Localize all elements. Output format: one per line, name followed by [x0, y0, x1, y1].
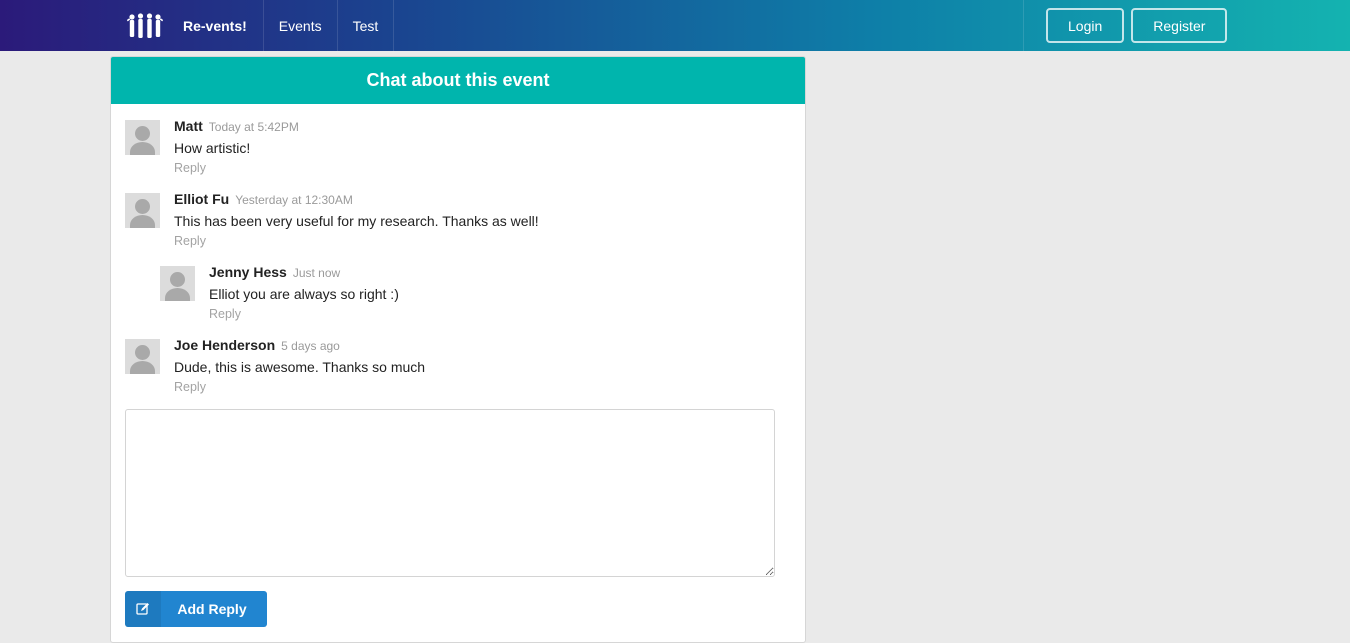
comment-author[interactable]: Matt	[174, 118, 203, 134]
reply-link[interactable]: Reply	[174, 161, 299, 175]
comment-meta: Joe Henderson 5 days ago	[174, 337, 425, 357]
comment-author[interactable]: Jenny Hess	[209, 264, 287, 280]
comment-time: Today at 5:42PM	[208, 120, 299, 134]
nested-comment: Jenny Hess Just now Elliot you are alway…	[160, 264, 805, 337]
register-button[interactable]: Register	[1131, 8, 1228, 43]
comment-author[interactable]: Elliot Fu	[174, 191, 229, 207]
comment-text: Elliot you are always so right :)	[209, 286, 399, 302]
comment-time: 5 days ago	[281, 339, 340, 353]
brand-label: Re-vents!	[183, 17, 247, 34]
brand-link[interactable]: Re-vents!	[110, 0, 264, 51]
event-chat-card: Chat about this event Matt Today at 5:42…	[110, 56, 806, 643]
comment-content: Elliot Fu Yesterday at 12:30AM This has …	[174, 191, 539, 248]
edit-icon	[125, 591, 161, 627]
people-group-icon	[127, 12, 163, 38]
reply-link[interactable]: Reply	[209, 307, 399, 321]
nav-item-events[interactable]: Events	[264, 0, 338, 51]
comment-meta: Jenny Hess Just now	[209, 264, 399, 284]
comment-time: Yesterday at 12:30AM	[235, 193, 353, 207]
nav-auth-area: Login Register	[1023, 0, 1234, 51]
reply-textarea[interactable]	[125, 409, 775, 577]
comment-content: Joe Henderson 5 days ago Dude, this is a…	[174, 337, 425, 394]
avatar[interactable]	[125, 193, 160, 228]
edit-icon-svg	[136, 603, 149, 615]
comment-text: How artistic!	[174, 140, 251, 156]
comment-content: Matt Today at 5:42PM How artistic! Reply	[174, 118, 299, 175]
add-reply-button[interactable]: Add Reply	[125, 591, 267, 627]
avatar[interactable]	[125, 120, 160, 155]
nav-left: Re-vents! Events Test	[110, 0, 395, 51]
comment-author[interactable]: Joe Henderson	[174, 337, 275, 353]
avatar[interactable]	[160, 266, 195, 301]
comment: Joe Henderson 5 days ago Dude, this is a…	[125, 337, 805, 410]
comment: Elliot Fu Yesterday at 12:30AM This has …	[125, 191, 805, 264]
comment-meta: Elliot Fu Yesterday at 12:30AM	[174, 191, 539, 211]
reply-link[interactable]: Reply	[174, 380, 425, 394]
comment: Matt Today at 5:42PM How artistic! Reply	[125, 118, 805, 191]
avatar[interactable]	[125, 339, 160, 374]
comment-meta: Matt Today at 5:42PM	[174, 118, 299, 138]
top-navbar: Re-vents! Events Test Login Register	[0, 0, 1350, 51]
nav-item-test[interactable]: Test	[338, 0, 395, 51]
login-button[interactable]: Login	[1046, 8, 1125, 43]
chat-header: Chat about this event	[111, 57, 805, 104]
add-reply-label: Add Reply	[177, 601, 247, 617]
comment-time: Just now	[292, 266, 341, 280]
comment-content: Jenny Hess Just now Elliot you are alway…	[209, 264, 399, 321]
comment-list: Matt Today at 5:42PM How artistic! Reply…	[111, 104, 805, 410]
reply-link[interactable]: Reply	[174, 234, 539, 248]
comment-text: Dude, this is awesome. Thanks so much	[174, 359, 426, 375]
comment-text: This has been very useful for my researc…	[174, 213, 539, 229]
